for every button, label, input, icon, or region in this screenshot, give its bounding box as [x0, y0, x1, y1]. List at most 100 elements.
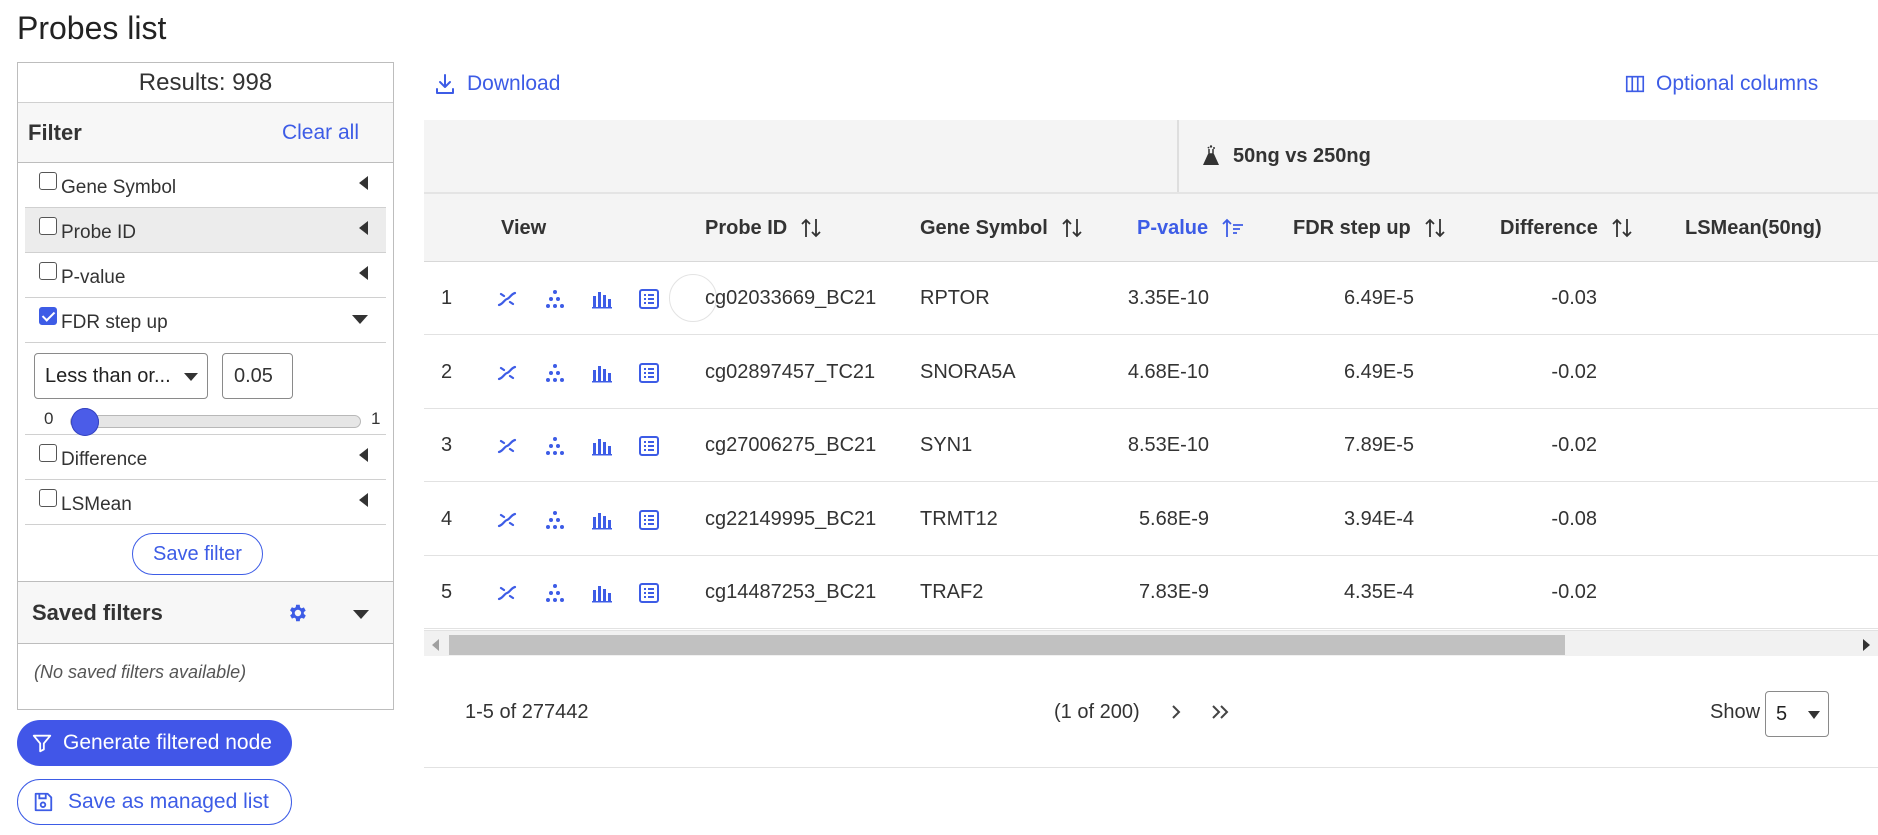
- difference-cell: -0.08: [1551, 507, 1597, 530]
- save-as-managed-list-label: Save as managed list: [68, 790, 269, 813]
- download-button[interactable]: Download: [433, 72, 560, 96]
- dropdown-arrow-icon: [1808, 711, 1820, 719]
- column-header-label: View: [501, 217, 547, 239]
- details-icon[interactable]: [637, 581, 661, 605]
- column-header-p-value[interactable]: P-value: [1137, 194, 1244, 262]
- column-header-fdr-step-up[interactable]: FDR step up: [1293, 194, 1445, 262]
- scatter-icon[interactable]: [543, 361, 567, 385]
- difference-cell: -0.03: [1551, 287, 1597, 309]
- gene-symbol-checkbox[interactable]: [39, 172, 57, 190]
- saved-filters-header[interactable]: Saved filters: [18, 582, 393, 644]
- probe-id-checkbox[interactable]: [39, 217, 57, 235]
- row-index-cell: 5: [441, 581, 453, 604]
- volcano-icon[interactable]: [495, 434, 519, 458]
- filter-item-probe-id[interactable]: Probe ID: [25, 208, 386, 253]
- scroll-right-arrow-icon[interactable]: [1863, 639, 1870, 651]
- volcano-icon[interactable]: [495, 361, 519, 385]
- save-as-managed-list-button[interactable]: Save as managed list: [17, 779, 292, 825]
- table-row[interactable]: 3 cg27006275_BC21 SYN1 8.53E-10 7.89E-5 -0.02: [424, 409, 1878, 483]
- column-header-probe-id[interactable]: Probe ID: [705, 194, 821, 262]
- filter-item-gene-symbol[interactable]: Gene Symbol: [25, 163, 386, 208]
- bar-chart-icon[interactable]: [590, 434, 614, 458]
- column-header-difference[interactable]: Difference: [1500, 194, 1632, 262]
- caret-down-icon[interactable]: [352, 315, 368, 324]
- caret-down-icon[interactable]: [353, 610, 369, 619]
- fdr-cell: 3.94E-4: [1343, 507, 1414, 530]
- row-index-cell: 3: [441, 434, 453, 457]
- page-size-select[interactable]: 5: [1765, 691, 1829, 737]
- p-value-cell: 8.53E-10: [1127, 434, 1209, 457]
- fdr-threshold-input[interactable]: 0.05: [222, 353, 293, 399]
- details-icon[interactable]: [637, 361, 661, 385]
- p-value-checkbox[interactable]: [39, 262, 57, 280]
- fdr-checkbox[interactable]: [39, 307, 57, 325]
- row-index-cell: 2: [441, 360, 453, 383]
- volcano-icon[interactable]: [495, 508, 519, 532]
- sort-icon[interactable]: [1062, 217, 1082, 239]
- fdr-cell: 4.35E-4: [1343, 581, 1414, 604]
- fdr-cell: 6.49E-5: [1343, 360, 1414, 383]
- download-label: Download: [467, 72, 561, 95]
- probe-id-cell: cg27006275_BC21: [705, 434, 877, 457]
- save-filter-button[interactable]: Save filter: [132, 533, 263, 575]
- caret-left-icon[interactable]: [359, 448, 368, 462]
- slider-min-label: 0: [44, 409, 54, 428]
- scrollbar-thumb[interactable]: [449, 635, 1565, 655]
- sort-icon[interactable]: [801, 217, 821, 239]
- filter-item-difference[interactable]: Difference: [25, 435, 386, 480]
- column-header-lsmean[interactable]: LSMean(50ng): [1685, 194, 1822, 262]
- sort-icon[interactable]: [1612, 217, 1632, 239]
- details-icon[interactable]: [637, 434, 661, 458]
- scroll-left-arrow-icon[interactable]: [432, 639, 439, 651]
- slider-max-label: 1: [371, 409, 381, 428]
- horizontal-scrollbar[interactable]: [424, 630, 1878, 656]
- caret-left-icon[interactable]: [359, 176, 368, 190]
- filter-item-label: P-value: [61, 267, 126, 288]
- table-row[interactable]: 4 cg22149995_BC21 TRMT12 5.68E-9 3.94E-4 -0.0…: [424, 482, 1878, 556]
- scatter-icon[interactable]: [543, 508, 567, 532]
- filter-item-label: Probe ID: [61, 222, 136, 243]
- gear-icon[interactable]: [286, 602, 308, 624]
- table-row[interactable]: 1 cg02033669_BC21 RPTOR 3.35E-10 6.49E-5 -0.0…: [424, 262, 1878, 335]
- details-icon[interactable]: [637, 287, 661, 311]
- scatter-icon[interactable]: [543, 581, 567, 605]
- generate-filtered-node-button[interactable]: Generate filtered node: [17, 720, 292, 766]
- volcano-icon[interactable]: [495, 581, 519, 605]
- fdr-cell: 7.89E-5: [1343, 434, 1414, 457]
- filter-item-lsmean[interactable]: LSMean: [25, 480, 386, 525]
- volcano-icon[interactable]: [495, 287, 519, 311]
- fdr-operator-select[interactable]: Less than or...: [34, 353, 208, 399]
- sort-icon[interactable]: [1425, 217, 1445, 239]
- bar-chart-icon[interactable]: [590, 581, 614, 605]
- column-header-label: FDR step up: [1293, 217, 1411, 239]
- optional-columns-button[interactable]: Optional columns: [1624, 72, 1818, 96]
- sort-ascending-icon[interactable]: [1222, 217, 1244, 239]
- details-icon[interactable]: [637, 508, 661, 532]
- next-page-icon[interactable]: [1166, 700, 1186, 724]
- difference-checkbox[interactable]: [39, 444, 57, 462]
- save-filter-row: Save filter: [18, 525, 393, 582]
- filter-item-fdr-step-up[interactable]: FDR step up: [25, 298, 386, 343]
- last-page-icon[interactable]: [1208, 700, 1234, 724]
- scatter-icon[interactable]: [543, 287, 567, 311]
- fdr-slider-track[interactable]: [70, 415, 361, 428]
- p-value-cell: 4.68E-10: [1127, 360, 1209, 383]
- generate-filtered-node-label: Generate filtered node: [63, 731, 272, 754]
- lsmean-checkbox[interactable]: [39, 489, 57, 507]
- table-row[interactable]: 2 cg02897457_TC21 SNORA5A 4.68E-10 6.49E-5 -0…: [424, 335, 1878, 409]
- table-row[interactable]: 5 cg14487253_BC21 TRAF2 7.83E-9 4.35E-4 -0.02: [424, 556, 1878, 630]
- bar-chart-icon[interactable]: [590, 508, 614, 532]
- caret-left-icon[interactable]: [359, 221, 368, 235]
- column-header-label: Probe ID: [705, 217, 788, 239]
- clear-all-button[interactable]: Clear all: [282, 121, 359, 145]
- scatter-icon[interactable]: [543, 434, 567, 458]
- caret-left-icon[interactable]: [359, 266, 368, 280]
- column-header-gene-symbol[interactable]: Gene Symbol: [920, 194, 1082, 262]
- bar-chart-icon[interactable]: [590, 361, 614, 385]
- results-count: Results: 998: [18, 63, 393, 103]
- difference-cell: -0.02: [1551, 360, 1597, 383]
- fdr-slider-handle[interactable]: [70, 408, 99, 436]
- filter-item-p-value[interactable]: P-value: [25, 253, 386, 298]
- bar-chart-icon[interactable]: [590, 287, 614, 311]
- caret-left-icon[interactable]: [359, 493, 368, 507]
